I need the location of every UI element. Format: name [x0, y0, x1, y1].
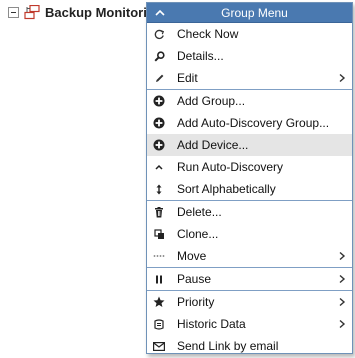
menu-item-label: Details...: [177, 49, 224, 63]
tree-node-backup-monitoring[interactable]: Backup Monitoring: [8, 2, 163, 22]
menu-item-label: Sort Alphabetically: [177, 182, 276, 196]
move-dots-icon: [153, 250, 165, 262]
menu-item-details[interactable]: Details...: [147, 45, 352, 67]
menu-item-label: Add Group...: [177, 94, 246, 108]
submenu-arrow-icon: [338, 297, 346, 307]
menu-title: Group Menu: [221, 5, 288, 20]
menu-item-delete[interactable]: Delete...: [147, 201, 352, 223]
device-group-icon: [24, 4, 40, 20]
envelope-icon: [153, 340, 165, 352]
caret-up-icon: [153, 161, 165, 173]
menu-item-add-auto-discovery-group[interactable]: Add Auto-Discovery Group...: [147, 112, 352, 134]
pencil-icon: [153, 72, 165, 84]
menu-item-sort-alphabetically[interactable]: Sort Alphabetically: [147, 178, 352, 200]
historic-data-icon: [153, 318, 165, 330]
menu-item-add-group[interactable]: Add Group...: [147, 90, 352, 112]
menu-item-label: Pause: [177, 272, 212, 286]
menu-item-label: Priority: [177, 295, 215, 309]
plus-circle-icon: [153, 95, 165, 107]
menu-header: Group Menu: [147, 3, 352, 23]
menu-item-label: Send Link by email: [177, 339, 279, 353]
trash-icon: [153, 206, 165, 218]
menu-item-pause[interactable]: Pause: [147, 268, 352, 290]
menu-item-move[interactable]: Move: [147, 245, 352, 267]
plus-circle-icon: [153, 139, 165, 151]
submenu-arrow-icon: [338, 73, 346, 83]
menu-item-label: Run Auto-Discovery: [177, 160, 284, 174]
menu-item-label: Clone...: [177, 227, 219, 241]
menu-item-priority[interactable]: Priority: [147, 291, 352, 313]
submenu-arrow-icon: [338, 274, 346, 284]
screen: Backup Monitoring Group Menu Check Now De…: [0, 0, 355, 358]
group-context-menu: Group Menu Check Now Details... Edit Add Gr…: [146, 2, 353, 354]
star-icon: [153, 296, 165, 308]
menu-item-add-device[interactable]: Add Device...: [147, 134, 352, 156]
menu-item-label: Add Auto-Discovery Group...: [177, 116, 330, 130]
menu-item-label: Add Device...: [177, 138, 249, 152]
plus-circle-icon: [153, 117, 165, 129]
menu-item-label: Check Now: [177, 27, 239, 41]
menu-item-label: Edit: [177, 71, 198, 85]
menu-item-send-link-by-email[interactable]: Send Link by email: [147, 335, 352, 357]
menu-item-check-now[interactable]: Check Now: [147, 23, 352, 45]
menu-item-historic-data[interactable]: Historic Data: [147, 313, 352, 335]
submenu-arrow-icon: [338, 251, 346, 261]
sort-arrows-icon: [153, 183, 165, 195]
menu-item-run-auto-discovery[interactable]: Run Auto-Discovery: [147, 156, 352, 178]
submenu-arrow-icon: [338, 319, 346, 329]
menu-item-edit[interactable]: Edit: [147, 67, 352, 89]
collapse-up-icon[interactable]: [155, 9, 165, 17]
refresh-icon: [153, 28, 165, 40]
clone-icon: [153, 228, 165, 240]
menu-items: Check Now Details... Edit Add Group... Add A…: [147, 23, 352, 357]
menu-item-label: Move: [177, 249, 207, 263]
menu-item-label: Delete...: [177, 205, 222, 219]
menu-item-label: Historic Data: [177, 317, 246, 331]
tree-collapse-icon[interactable]: [8, 6, 19, 18]
menu-item-clone[interactable]: Clone...: [147, 223, 352, 245]
pause-icon: [153, 273, 165, 285]
search-icon: [153, 50, 165, 62]
